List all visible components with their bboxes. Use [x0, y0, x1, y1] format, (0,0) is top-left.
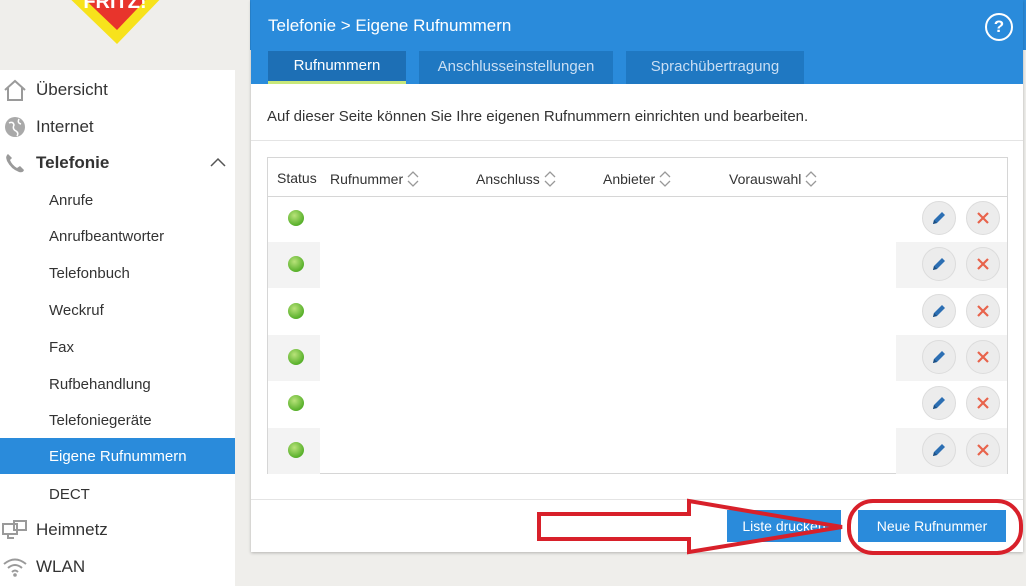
- status-indicator-icon: [288, 441, 304, 458]
- sort-icon[interactable]: [407, 170, 419, 188]
- sidebar-item-telefonie[interactable]: Telefonie: [0, 145, 235, 181]
- sort-icon[interactable]: [544, 170, 556, 188]
- sidebar-item-label: Telefonbuch: [49, 264, 130, 282]
- home-icon: [4, 79, 26, 101]
- table-row: [268, 289, 1007, 335]
- pencil-icon: [933, 397, 945, 410]
- column-header-vorauswahl[interactable]: Vorauswahl: [729, 170, 817, 188]
- column-header-rufnummer[interactable]: Rufnummer: [330, 170, 419, 188]
- close-icon: [977, 443, 989, 456]
- column-header-anbieter[interactable]: Anbieter: [603, 170, 671, 188]
- pencil-icon: [933, 350, 945, 363]
- table-row: [268, 242, 1007, 289]
- sidebar: Übersicht Internet Telefonie Anrufe Anru…: [0, 70, 235, 586]
- sidebar-item-label: Rufbehandlung: [49, 375, 151, 393]
- sidebar-item-heimnetz[interactable]: Heimnetz: [0, 512, 235, 548]
- edit-button[interactable]: [922, 339, 956, 374]
- edit-button[interactable]: [922, 201, 956, 235]
- tab-anschlusseinstellungen[interactable]: Anschlusseinstellungen: [419, 51, 613, 84]
- divider: [251, 140, 1023, 141]
- delete-button[interactable]: [966, 201, 1000, 235]
- edit-button[interactable]: [922, 386, 956, 421]
- intro-text: Auf dieser Seite können Sie Ihre eigenen…: [267, 108, 809, 125]
- globe-icon: [5, 117, 25, 137]
- divider: [251, 499, 1023, 500]
- breadcrumb[interactable]: Telefonie > Eigene Rufnummern: [268, 16, 511, 36]
- sidebar-item-telefoniegeraete[interactable]: Telefoniegeräte: [0, 402, 235, 438]
- column-label: Status: [277, 170, 317, 186]
- sidebar-item-label: Anrufbeantworter: [49, 227, 165, 245]
- sidebar-item-label: Telefoniegeräte: [49, 411, 152, 429]
- sidebar-item-label: Heimnetz: [36, 520, 108, 539]
- network-icon: [2, 520, 27, 539]
- sidebar-item-telefonbuch[interactable]: Telefonbuch: [0, 255, 235, 291]
- table-row: [268, 334, 1007, 381]
- sidebar-item-label: Telefonie: [36, 153, 110, 172]
- table-row: [268, 427, 1007, 474]
- close-icon: [977, 258, 989, 271]
- sort-icon[interactable]: [659, 170, 671, 188]
- delete-button[interactable]: [966, 339, 1000, 374]
- wifi-icon: [3, 558, 27, 577]
- phone-icon: [6, 154, 24, 173]
- print-list-button[interactable]: Liste drucken: [727, 510, 841, 542]
- column-label: Anschluss: [476, 171, 540, 187]
- close-icon: [977, 351, 989, 363]
- delete-button[interactable]: [966, 293, 1000, 328]
- delete-button[interactable]: [966, 386, 1000, 421]
- new-number-button[interactable]: Neue Rufnummer: [858, 510, 1006, 542]
- tab-sprachuebertragung[interactable]: Sprachübertragung: [626, 51, 804, 84]
- fritz-logo[interactable]: FRITZ!: [55, 0, 175, 46]
- edit-button[interactable]: [922, 293, 956, 328]
- column-label: Vorauswahl: [729, 171, 802, 187]
- sidebar-item-label: Weckruf: [49, 301, 104, 319]
- column-header-status: Status: [277, 170, 317, 186]
- tab-rufnummern[interactable]: Rufnummern: [268, 51, 406, 84]
- sidebar-item-label: Anrufe: [49, 191, 94, 209]
- sidebar-item-label: Eigene Rufnummern: [49, 447, 187, 465]
- sidebar-item-fax[interactable]: Fax: [0, 329, 235, 365]
- close-icon: [977, 212, 989, 224]
- chevron-up-icon[interactable]: [210, 157, 226, 167]
- logo-text: FRITZ!: [83, 0, 146, 13]
- edit-button[interactable]: [922, 432, 956, 467]
- sidebar-item-anrufe[interactable]: Anrufe: [0, 182, 235, 218]
- sidebar-item-label: WLAN: [36, 557, 86, 576]
- phone-numbers-table: Status Rufnummer Anschluss Anbieter Vora…: [267, 157, 1008, 474]
- sidebar-item-dect[interactable]: DECT: [0, 476, 235, 512]
- sidebar-item-weckruf[interactable]: Weckruf: [0, 292, 235, 328]
- sidebar-item-label: Übersicht: [36, 80, 108, 99]
- sidebar-item-wlan[interactable]: WLAN: [0, 549, 235, 585]
- delete-button[interactable]: [966, 432, 1000, 467]
- table-header: Status Rufnummer Anschluss Anbieter Vora…: [268, 158, 1007, 197]
- content-panel: Telefonie > Eigene Rufnummern ? Rufnumme…: [251, 0, 1023, 552]
- table-row: [268, 381, 1007, 427]
- close-icon: [977, 304, 989, 317]
- status-indicator-icon: [288, 348, 304, 365]
- sidebar-item-label: Internet: [36, 117, 94, 136]
- table-row: [268, 196, 1007, 242]
- sidebar-item-label: Fax: [49, 338, 75, 356]
- sidebar-item-rufbehandlung[interactable]: Rufbehandlung: [0, 366, 235, 402]
- sidebar-item-internet[interactable]: Internet: [0, 109, 235, 145]
- sidebar-item-uebersicht[interactable]: Übersicht: [0, 72, 235, 108]
- column-label: Rufnummer: [330, 171, 404, 187]
- column-label: Anbieter: [603, 171, 656, 187]
- sidebar-item-anrufbeantworter[interactable]: Anrufbeantworter: [0, 218, 235, 254]
- column-header-anschluss[interactable]: Anschluss: [476, 170, 556, 188]
- pencil-icon: [933, 258, 945, 271]
- sidebar-item-label: DECT: [49, 485, 90, 503]
- close-icon: [977, 397, 989, 409]
- help-icon[interactable]: ?: [985, 13, 1013, 41]
- pencil-icon: [933, 212, 945, 224]
- sidebar-item-eigene-rufnummern[interactable]: Eigene Rufnummern: [0, 438, 235, 474]
- pencil-icon: [933, 304, 945, 317]
- status-indicator-icon: [288, 210, 304, 226]
- pencil-icon: [933, 443, 945, 456]
- sort-icon[interactable]: [805, 170, 817, 188]
- logo-area: FRITZ!: [0, 0, 250, 50]
- status-indicator-icon: [288, 302, 304, 319]
- status-indicator-icon: [288, 395, 304, 412]
